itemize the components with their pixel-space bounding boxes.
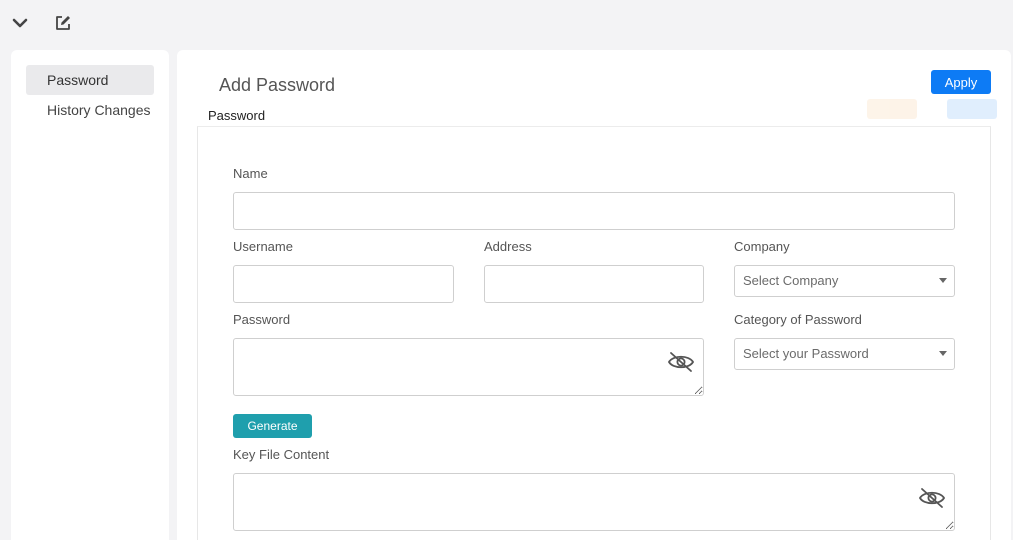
company-select-placeholder: Select Company xyxy=(743,273,839,288)
background-button xyxy=(947,99,997,119)
keyfile-textarea[interactable] xyxy=(233,473,955,531)
address-label: Address xyxy=(484,239,532,254)
sidebar-item-history-changes[interactable]: History Changes xyxy=(26,95,154,125)
chevron-down-icon[interactable] xyxy=(9,12,31,34)
category-label: Category of Password xyxy=(734,312,862,327)
company-label: Company xyxy=(734,239,790,254)
caret-down-icon xyxy=(939,278,947,283)
generate-button[interactable]: Generate xyxy=(233,414,312,438)
eye-slash-icon[interactable] xyxy=(667,351,695,373)
background-button xyxy=(867,99,917,119)
category-select-placeholder: Select your Password xyxy=(743,346,869,361)
username-label: Username xyxy=(233,239,293,254)
edit-icon[interactable] xyxy=(52,12,74,34)
keyfile-label: Key File Content xyxy=(233,447,330,462)
side-navigation: Password History Changes xyxy=(11,50,169,540)
sidebar-item-label: Password xyxy=(47,72,109,88)
background-overlay-strip xyxy=(337,97,997,121)
sidebar-item-password[interactable]: Password xyxy=(26,65,154,95)
address-input[interactable] xyxy=(484,265,704,303)
username-input[interactable] xyxy=(233,265,454,303)
apply-button[interactable]: Apply xyxy=(931,70,991,94)
page-title: Add Password xyxy=(219,75,336,95)
password-form: Name Username Address Company Select Com… xyxy=(197,126,991,540)
name-input[interactable] xyxy=(233,192,955,230)
password-label: Password xyxy=(233,312,291,327)
category-select[interactable]: Select your Password xyxy=(734,338,955,370)
sidebar-item-label: History Changes xyxy=(47,102,151,118)
caret-down-icon xyxy=(939,351,947,356)
main-panel: Add Password Apply Password Name Usernam… xyxy=(177,50,1011,540)
section-label: Password xyxy=(208,108,266,123)
company-select[interactable]: Select Company xyxy=(734,265,955,297)
top-toolbar xyxy=(0,0,1013,46)
name-label: Name xyxy=(233,166,268,181)
eye-slash-icon[interactable] xyxy=(918,487,946,509)
password-textarea[interactable] xyxy=(233,338,704,396)
